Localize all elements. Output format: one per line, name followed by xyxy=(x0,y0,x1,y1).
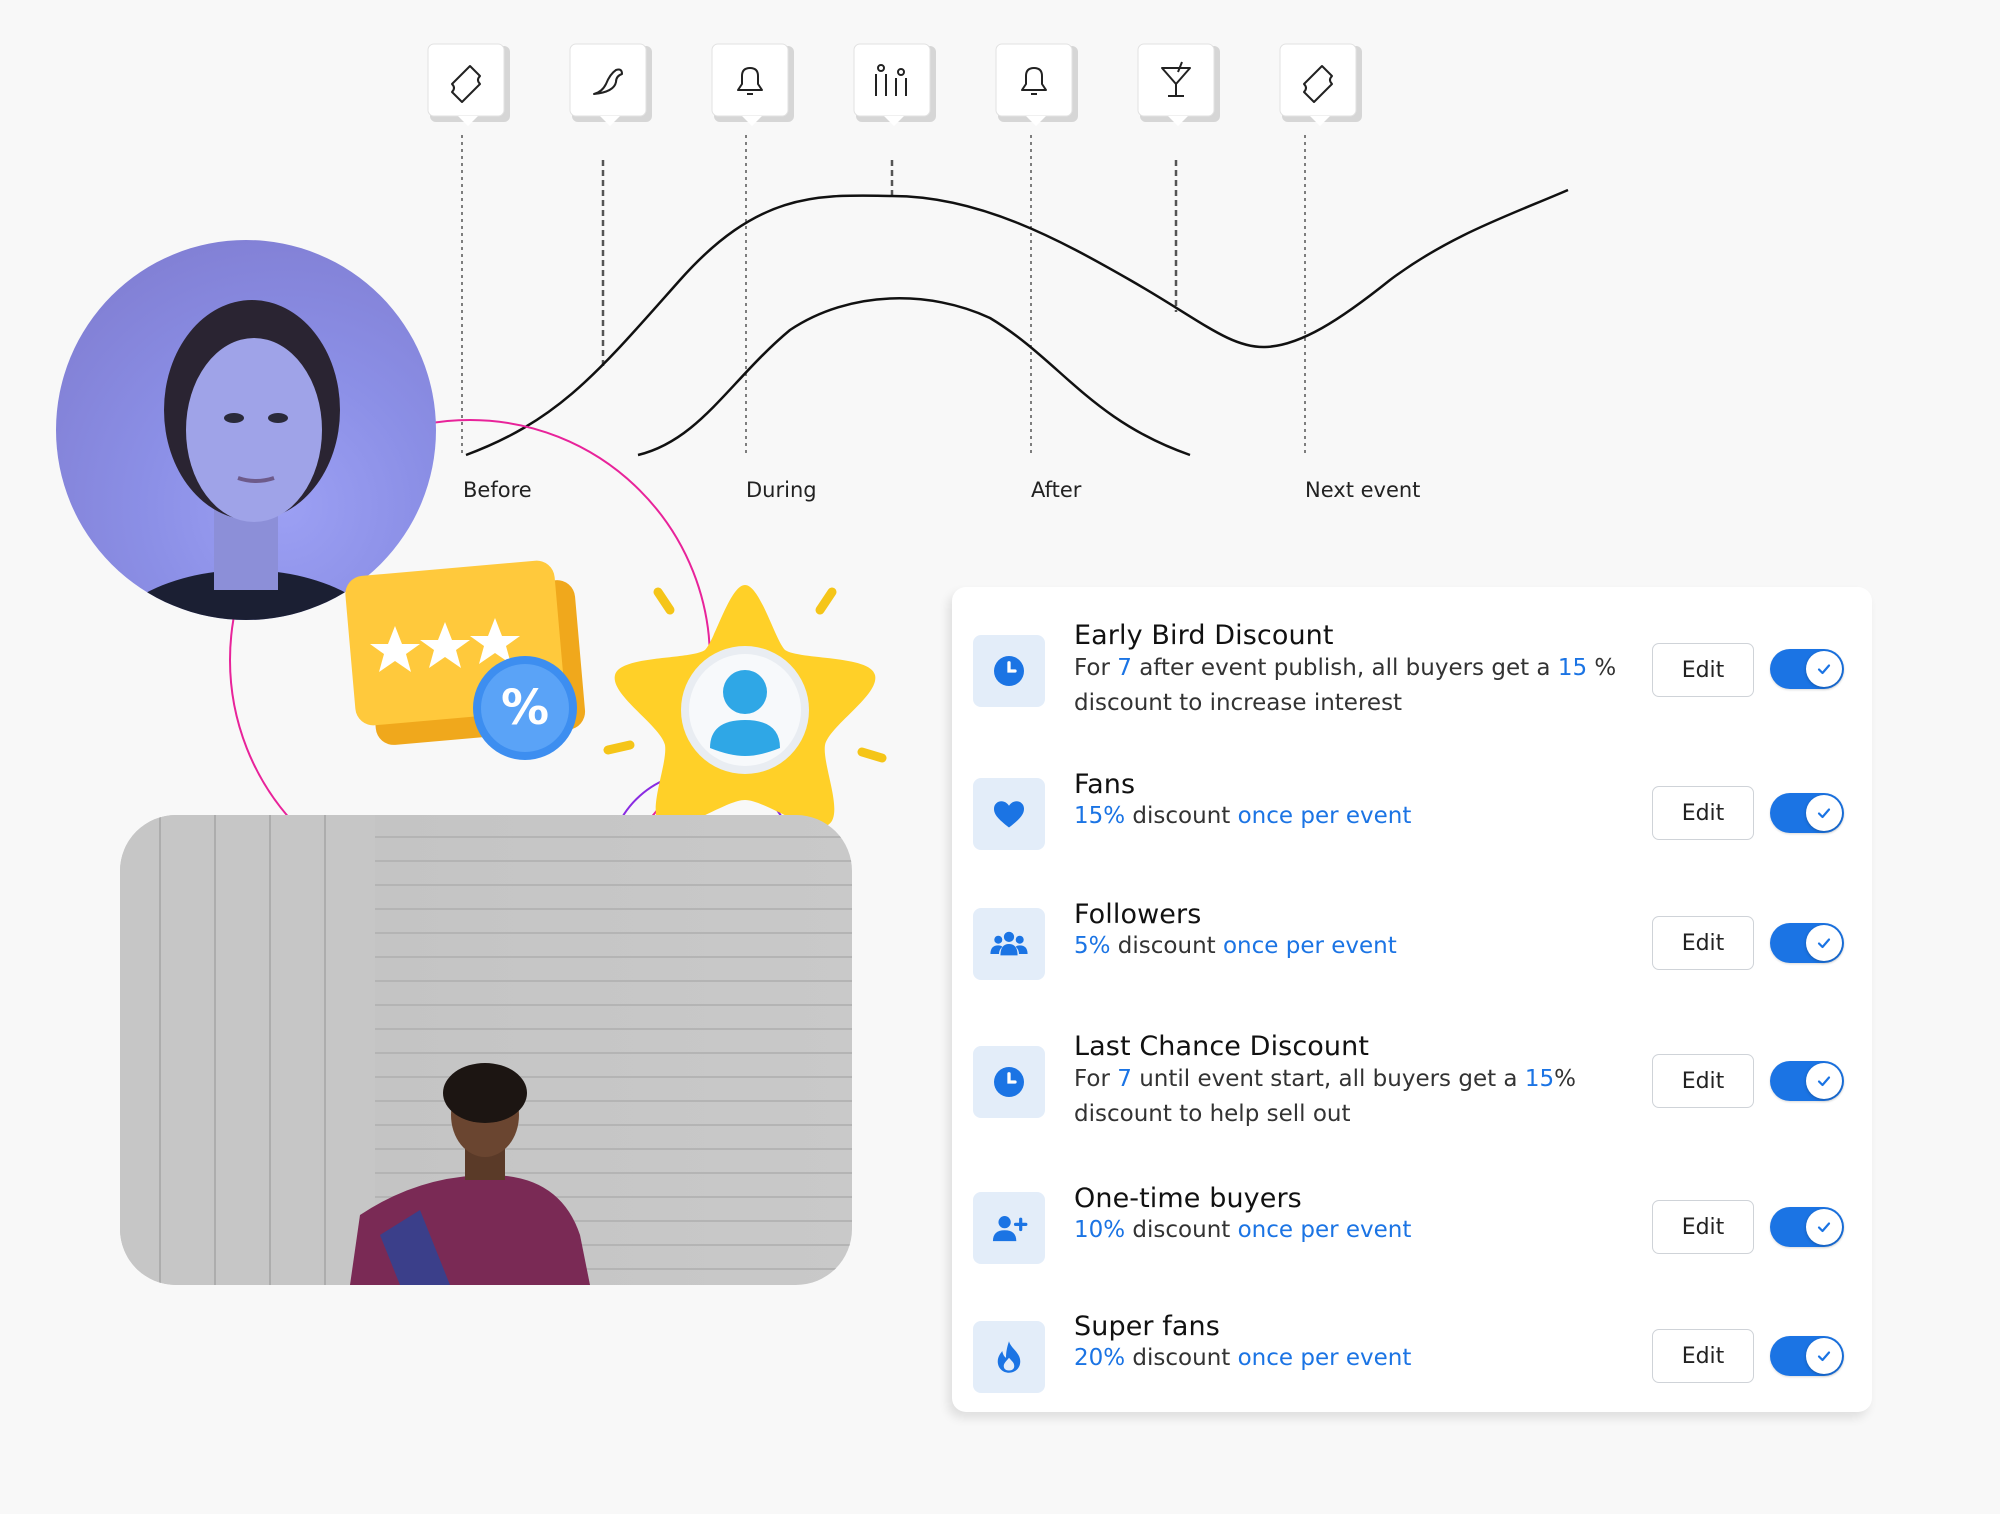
customer-photo-man xyxy=(120,815,852,1285)
discount-row-last-chance: Last Chance Discount For 7 until event s… xyxy=(952,997,1872,1157)
description-text: discount xyxy=(1125,1345,1238,1371)
group-icon xyxy=(973,908,1045,980)
edit-button[interactable]: Edit xyxy=(1652,786,1754,840)
discount-description: For 7 after event publish, all buyers ge… xyxy=(1074,651,1634,721)
highlight-text: 15 xyxy=(1557,655,1588,681)
highlight-text: 10% xyxy=(1074,1217,1126,1243)
percent-rating-card-icon: % xyxy=(345,560,586,760)
svg-text:%: % xyxy=(501,680,549,736)
highlight-text: 20% xyxy=(1074,1345,1126,1371)
description-text: discount xyxy=(1125,1217,1238,1243)
highlight-text: 15 xyxy=(1524,1066,1555,1092)
highlight-text: 15% xyxy=(1074,803,1126,829)
edit-button[interactable]: Edit xyxy=(1652,916,1754,970)
highlight-text: 7 xyxy=(1117,655,1132,681)
check-icon xyxy=(1806,1209,1842,1245)
discount-row-fans: Fans 15% discount once per event Edit xyxy=(952,737,1872,867)
description-text: For xyxy=(1074,1066,1118,1092)
discount-title: Early Bird Discount xyxy=(1074,620,1334,651)
discount-row-one-time-buyers: One-time buyers 10% discount once per ev… xyxy=(952,1157,1872,1285)
discount-toggle[interactable] xyxy=(1770,923,1844,963)
description-text: discount xyxy=(1125,803,1238,829)
highlight-text: once per event xyxy=(1237,1217,1412,1243)
discount-row-followers: Followers 5% discount once per event Edi… xyxy=(952,867,1872,997)
discount-description: 15% discount once per event xyxy=(1074,799,1634,834)
discount-toggle[interactable] xyxy=(1770,649,1844,689)
discount-title: Last Chance Discount xyxy=(1074,1031,1370,1062)
discount-title: Fans xyxy=(1074,769,1136,800)
highlight-text: 5% xyxy=(1074,933,1111,959)
description-text: after event publish, all buyers get a xyxy=(1131,655,1558,681)
highlight-text: once per event xyxy=(1237,803,1412,829)
edit-button[interactable]: Edit xyxy=(1652,643,1754,697)
discount-toggle[interactable] xyxy=(1770,1336,1844,1376)
discount-title: One-time buyers xyxy=(1074,1183,1302,1214)
highlight-text: 7 xyxy=(1117,1066,1132,1092)
discount-description: 10% discount once per event xyxy=(1074,1213,1634,1248)
discount-row-early-bird: Early Bird Discount For 7 after event pu… xyxy=(952,587,1872,737)
discount-description: 5% discount once per event xyxy=(1074,929,1634,964)
highlight-text: once per event xyxy=(1222,933,1397,959)
check-icon xyxy=(1806,1338,1842,1374)
check-icon xyxy=(1806,651,1842,687)
check-icon xyxy=(1806,1063,1842,1099)
discount-row-super-fans: Super fans 20% discount once per event E… xyxy=(952,1285,1872,1412)
flame-icon xyxy=(973,1321,1045,1393)
check-icon xyxy=(1806,795,1842,831)
check-icon xyxy=(1806,925,1842,961)
description-text: until event start, all buyers get a xyxy=(1131,1066,1525,1092)
edit-button[interactable]: Edit xyxy=(1652,1329,1754,1383)
discount-toggle[interactable] xyxy=(1770,793,1844,833)
add-user-icon xyxy=(973,1192,1045,1264)
discount-description: For 7 until event start, all buyers get … xyxy=(1074,1062,1634,1132)
discount-toggle[interactable] xyxy=(1770,1207,1844,1247)
discount-title: Super fans xyxy=(1074,1311,1220,1342)
edit-button[interactable]: Edit xyxy=(1652,1054,1754,1108)
discount-toggle[interactable] xyxy=(1770,1061,1844,1101)
discount-title: Followers xyxy=(1074,899,1202,930)
description-text: discount xyxy=(1110,933,1223,959)
highlight-text: once per event xyxy=(1237,1345,1412,1371)
discount-settings-panel: Early Bird Discount For 7 after event pu… xyxy=(952,587,1872,1412)
description-text: For xyxy=(1074,655,1118,681)
clock-icon xyxy=(973,635,1045,707)
clock-icon xyxy=(973,1046,1045,1118)
discount-description: 20% discount once per event xyxy=(1074,1341,1634,1376)
heart-icon xyxy=(973,778,1045,850)
edit-button[interactable]: Edit xyxy=(1652,1200,1754,1254)
